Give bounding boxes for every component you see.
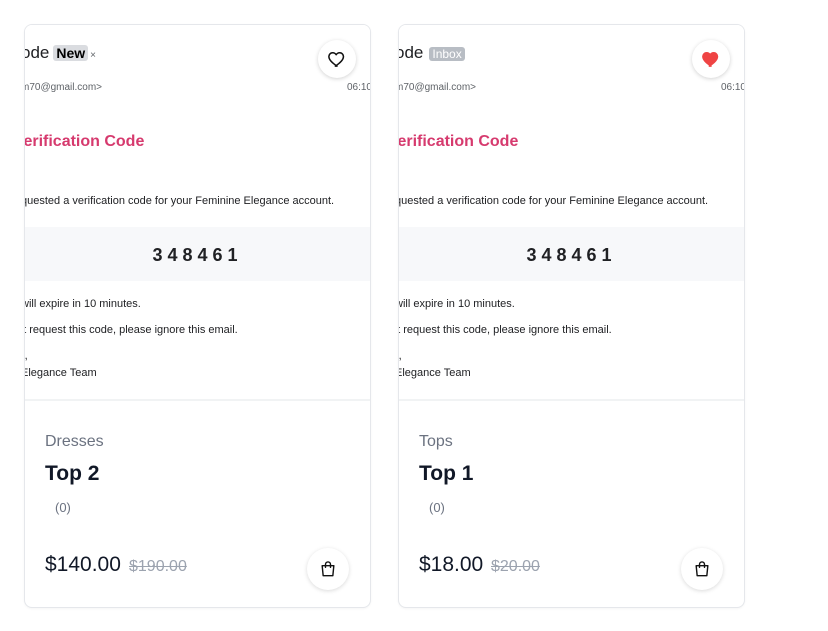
- product-card[interactable]: odeNew× m70@gmail.com> 06:10 /erificatio…: [24, 24, 371, 608]
- verification-code: 348461: [526, 245, 617, 265]
- email-subject: odeInbox: [399, 43, 465, 63]
- add-to-cart-button[interactable]: [681, 548, 723, 590]
- shopping-bag-icon: [695, 561, 709, 577]
- email-text: 't request this code, please ignore this…: [399, 324, 612, 336]
- email-heading: /erification Code: [25, 133, 145, 150]
- product-name[interactable]: Top 2: [45, 462, 99, 486]
- email-heading: /erification Code: [399, 133, 519, 150]
- email-text: ),: [25, 350, 28, 362]
- email-text: 't request this code, please ignore this…: [25, 324, 238, 336]
- image-divider: [25, 399, 370, 401]
- product-image[interactable]: odeNew× m70@gmail.com> 06:10 /erificatio…: [25, 25, 370, 401]
- product-info: Dresses Top 2 (0) $140.00 $190.00: [25, 409, 370, 607]
- favorite-button[interactable]: [692, 40, 730, 78]
- email-text: will expire in 10 minutes.: [399, 298, 515, 310]
- email-label-tag: Inbox: [429, 47, 465, 61]
- rating-count: (0): [429, 500, 445, 515]
- email-text: Elegance Team: [399, 367, 471, 379]
- email-sender: m70@gmail.com>: [399, 82, 477, 93]
- product-name[interactable]: Top 1: [419, 462, 473, 486]
- product-image[interactable]: odeInbox m70@gmail.com> 06:10 /erificati…: [399, 25, 744, 401]
- product-category: Tops: [419, 433, 453, 450]
- product-card[interactable]: odeInbox m70@gmail.com> 06:10 /erificati…: [398, 24, 745, 608]
- product-price: $140.00: [45, 553, 121, 576]
- original-price: $20.00: [491, 558, 540, 575]
- heart-icon: [328, 52, 345, 67]
- email-text: will expire in 10 minutes.: [25, 298, 141, 310]
- verification-code: 348461: [152, 245, 243, 265]
- product-price: $18.00: [419, 553, 484, 576]
- email-sender: m70@gmail.com>: [25, 82, 103, 93]
- email-tag-close: ×: [90, 50, 97, 61]
- email-subject: odeNew×: [25, 43, 97, 62]
- rating-count: (0): [55, 500, 71, 515]
- image-divider: [399, 399, 744, 401]
- email-text: quested a verification code for your Fem…: [25, 195, 335, 207]
- email-text: quested a verification code for your Fem…: [399, 195, 709, 207]
- email-label-tag: New: [53, 45, 89, 61]
- favorite-button[interactable]: [318, 40, 356, 78]
- product-info: Tops Top 1 (0) $18.00 $20.00: [399, 409, 744, 607]
- original-price: $190.00: [129, 558, 187, 575]
- heart-icon: [702, 52, 719, 67]
- email-time: 06:10: [346, 82, 370, 93]
- add-to-cart-button[interactable]: [307, 548, 349, 590]
- email-text: Elegance Team: [25, 367, 97, 379]
- email-text: ),: [399, 350, 402, 362]
- shopping-bag-icon: [321, 561, 335, 577]
- email-time: 06:10: [720, 82, 744, 93]
- product-category: Dresses: [45, 433, 104, 450]
